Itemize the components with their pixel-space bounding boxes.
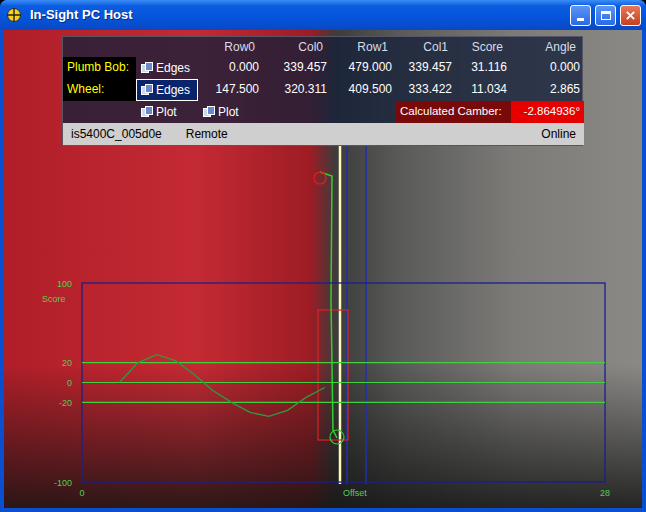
empty-cell: [136, 37, 198, 57]
value-cell: 320.311: [263, 79, 331, 101]
value-cell: 339.457: [263, 57, 331, 79]
value-cell: 333.422: [396, 79, 456, 101]
column-header: Col0: [263, 37, 331, 57]
tool-name: Edges: [156, 60, 190, 76]
close-button[interactable]: [620, 5, 641, 26]
title-bar: In-Sight PC Host: [0, 0, 646, 30]
spreadsheet-panel: Row0Col0Row1Col1ScoreAnglePlumb Bob:Edge…: [62, 36, 583, 146]
tool-name: Edges: [156, 82, 190, 98]
maximize-icon: [601, 11, 611, 20]
plot-name: Plot: [218, 104, 239, 120]
column-header: Row0: [198, 37, 263, 57]
edges-tool-cell[interactable]: Edges: [136, 79, 198, 101]
value-cell: 11.034: [456, 79, 511, 101]
threshold-line: [82, 382, 605, 383]
crosshair-icon: [6, 7, 22, 23]
result-row: Wheel: Edges 147.500320.311409.500333.4221…: [63, 79, 582, 101]
y-tick-label: 100: [57, 279, 72, 289]
app-window: In-Sight PC Host 100 20 0 -20 -100 Score 0 28 Off…: [0, 0, 646, 512]
column-header: Col1: [396, 37, 456, 57]
empty-cell: [331, 101, 396, 123]
column-header: Row1: [331, 37, 396, 57]
tool-icon: [141, 106, 153, 118]
threshold-line: [82, 362, 605, 363]
wheel-edge-line: [320, 172, 337, 438]
edges-tool-cell[interactable]: Edges: [136, 57, 198, 79]
value-cell: 409.500: [331, 79, 396, 101]
value-cell: 0.000: [511, 57, 584, 79]
plot-tool-cell[interactable]: Plot: [136, 101, 198, 123]
mode-text: Remote: [186, 125, 228, 143]
plot-row: Plot Plot Calculated Camber:-2.864936°: [63, 101, 582, 123]
plumb-line: [339, 140, 342, 484]
empty-cell: [263, 101, 331, 123]
maximize-button[interactable]: [595, 5, 616, 26]
status-bar: is5400C_005d0e Remote Online: [63, 123, 584, 145]
threshold-line: [82, 402, 605, 403]
score-curve: [119, 355, 324, 417]
close-icon: [625, 10, 636, 21]
y-tick-label: -20: [59, 398, 72, 408]
caption-buttons: [570, 5, 641, 26]
minimize-button[interactable]: [570, 5, 591, 26]
value-cell: 479.000: [331, 57, 396, 79]
value-cell: 31.116: [456, 57, 511, 79]
value-cell: 0.000: [198, 57, 263, 79]
empty-cell: [63, 101, 136, 123]
row-label: Plumb Bob:: [63, 57, 136, 79]
edge-marker: [314, 172, 326, 184]
plot-name: Plot: [156, 104, 177, 120]
edge-region-line: [365, 140, 367, 484]
online-state: Online: [541, 125, 576, 143]
x-tick-label: 28: [600, 488, 610, 498]
plot-frame: [82, 283, 605, 482]
x-tick-label: 0: [79, 488, 84, 498]
camera-image: 100200-20-100Score028OffsetRow0Col0Row1C…: [4, 30, 642, 508]
tool-icon: [141, 84, 153, 96]
tool-icon: [141, 62, 153, 74]
result-row: Plumb Bob:Edges0.000339.457479.000339.45…: [63, 57, 582, 79]
tool-icon: [203, 106, 215, 118]
value-cell: 147.500: [198, 79, 263, 101]
minimize-icon: [577, 18, 584, 21]
y-tick-label: 20: [62, 358, 72, 368]
plot-tool-cell[interactable]: Plot: [198, 101, 263, 123]
y-tick-label: 0: [67, 378, 72, 388]
status-row: is5400C_005d0e Remote Online: [63, 123, 582, 145]
sensor-name: is5400C_005d0e: [71, 125, 162, 143]
x-axis-label: Offset: [343, 488, 367, 498]
window-title: In-Sight PC Host: [30, 5, 562, 25]
empty-cell: [63, 37, 136, 57]
y-axis-label: Score: [42, 294, 66, 304]
value-cell: 339.457: [396, 57, 456, 79]
row-label: Wheel:: [63, 79, 136, 101]
camber-label: Calculated Camber:: [396, 101, 511, 123]
column-header: Angle: [511, 37, 584, 57]
edge-marker: [330, 430, 344, 444]
header-row: Row0Col0Row1Col1ScoreAngle: [63, 37, 582, 57]
column-header: Score: [456, 37, 511, 57]
value-cell: 2.865: [511, 79, 584, 101]
camber-value: -2.864936°: [511, 101, 584, 123]
y-tick-label: -100: [54, 478, 72, 488]
